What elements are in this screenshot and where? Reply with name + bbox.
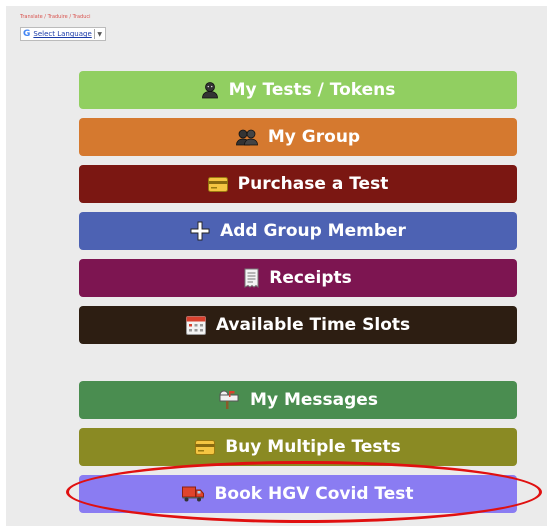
add-group-member-button[interactable]: Add Group Member bbox=[79, 212, 517, 250]
purchase-test-button[interactable]: Purchase a Test bbox=[79, 165, 517, 203]
purchase-test-label: Purchase a Test bbox=[237, 174, 389, 194]
select-language-link[interactable]: Select Language bbox=[33, 30, 92, 38]
group-icon bbox=[235, 128, 258, 146]
credit-card-icon bbox=[195, 439, 216, 455]
language-selector[interactable]: G Select Language ▼ bbox=[20, 27, 106, 41]
receipts-button[interactable]: Receipts bbox=[79, 259, 517, 297]
book-hgv-covid-test-button[interactable]: Book HGV Covid Test bbox=[79, 475, 517, 513]
credit-card-icon bbox=[207, 176, 228, 192]
my-group-button[interactable]: My Group bbox=[79, 118, 517, 156]
separator bbox=[94, 29, 96, 39]
my-messages-label: My Messages bbox=[250, 390, 378, 410]
book-hgv-covid-test-label: Book HGV Covid Test bbox=[214, 484, 414, 504]
my-tests-tokens-label: My Tests / Tokens bbox=[228, 80, 396, 100]
dropdown-arrow-icon: ▼ bbox=[97, 30, 102, 38]
calendar-icon bbox=[185, 315, 206, 335]
my-tests-tokens-button[interactable]: My Tests / Tokens bbox=[79, 71, 517, 109]
buy-multiple-tests-label: Buy Multiple Tests bbox=[225, 437, 401, 457]
mailbox-icon bbox=[218, 390, 240, 410]
buy-multiple-tests-button[interactable]: Buy Multiple Tests bbox=[79, 428, 517, 466]
my-group-label: My Group bbox=[267, 127, 361, 147]
my-messages-button[interactable]: My Messages bbox=[79, 381, 517, 419]
add-group-member-label: Add Group Member bbox=[220, 221, 406, 241]
google-logo-icon: G bbox=[23, 29, 31, 39]
available-time-slots-label: Available Time Slots bbox=[215, 315, 411, 335]
translate-caption: Translate / Traduire / Traduci bbox=[20, 14, 91, 20]
person-icon bbox=[201, 81, 219, 99]
plus-icon bbox=[190, 221, 210, 241]
available-time-slots-button[interactable]: Available Time Slots bbox=[79, 306, 517, 344]
truck-icon bbox=[182, 486, 205, 502]
receipts-label: Receipts bbox=[269, 268, 352, 288]
receipt-icon bbox=[244, 268, 259, 288]
